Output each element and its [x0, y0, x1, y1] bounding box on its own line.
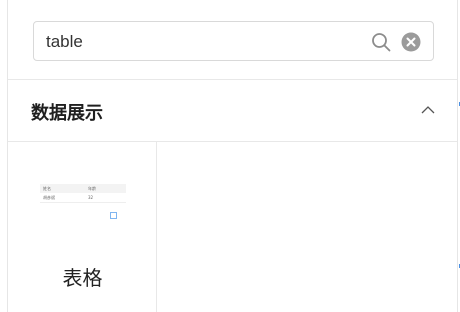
close-circle-icon[interactable] [401, 32, 421, 52]
thumbnail-cell: 胡彦斌 [43, 195, 55, 200]
chevron-up-icon[interactable] [420, 102, 436, 118]
component-grid: 姓名 年龄 胡彦斌 32 表格 [8, 142, 457, 312]
thumbnail-body-row: 胡彦斌 32 [40, 193, 126, 203]
section-title: 数据展示 [31, 103, 103, 124]
thumbnail-header-cell: 姓名 [43, 186, 51, 191]
component-panel: 数据展示 姓名 年龄 胡彦斌 32 表格 [7, 0, 458, 312]
table-thumbnail: 姓名 年龄 胡彦斌 32 [40, 184, 126, 222]
search-area [8, 0, 457, 80]
thumbnail-cell: 32 [88, 195, 94, 200]
search-input[interactable] [46, 31, 356, 53]
thumbnail-header-cell: 年龄 [88, 186, 96, 191]
search-icon[interactable] [371, 32, 391, 52]
component-card-table[interactable]: 姓名 年龄 胡彦斌 32 表格 [8, 142, 157, 312]
empty-grid-cell [157, 142, 457, 312]
search-box[interactable] [33, 21, 434, 61]
thumbnail-pagination-icon [110, 212, 117, 219]
section-header-data-display[interactable]: 数据展示 [8, 80, 457, 142]
component-label: 表格 [62, 266, 103, 290]
thumbnail-header-row: 姓名 年龄 [40, 184, 126, 193]
